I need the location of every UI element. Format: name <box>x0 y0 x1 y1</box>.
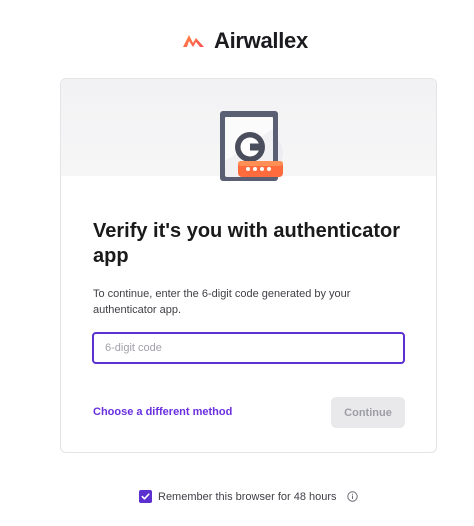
instruction-text: To continue, enter the 6-digit code gene… <box>93 288 351 316</box>
checkmark-icon <box>141 493 150 500</box>
authenticator-device-icon <box>217 109 287 189</box>
verify-card: Verify it's you with authenticator app T… <box>60 78 437 453</box>
info-icon[interactable] <box>346 491 358 502</box>
choose-different-method-link[interactable]: Choose a different method <box>93 406 232 418</box>
remember-browser-row: Remember this browser for 48 hours <box>139 490 358 503</box>
page-title: Verify it's you with authenticator app <box>93 220 401 267</box>
continue-button[interactable]: Continue <box>331 397 405 428</box>
remember-browser-label: Remember this browser for 48 hours <box>158 490 337 503</box>
brand-name: Airwallex <box>214 28 308 53</box>
verification-code-input[interactable] <box>92 332 405 364</box>
remember-browser-checkbox[interactable] <box>139 490 152 503</box>
brand-logo: Airwallex <box>180 28 308 54</box>
airwallex-logo-icon <box>183 35 204 47</box>
